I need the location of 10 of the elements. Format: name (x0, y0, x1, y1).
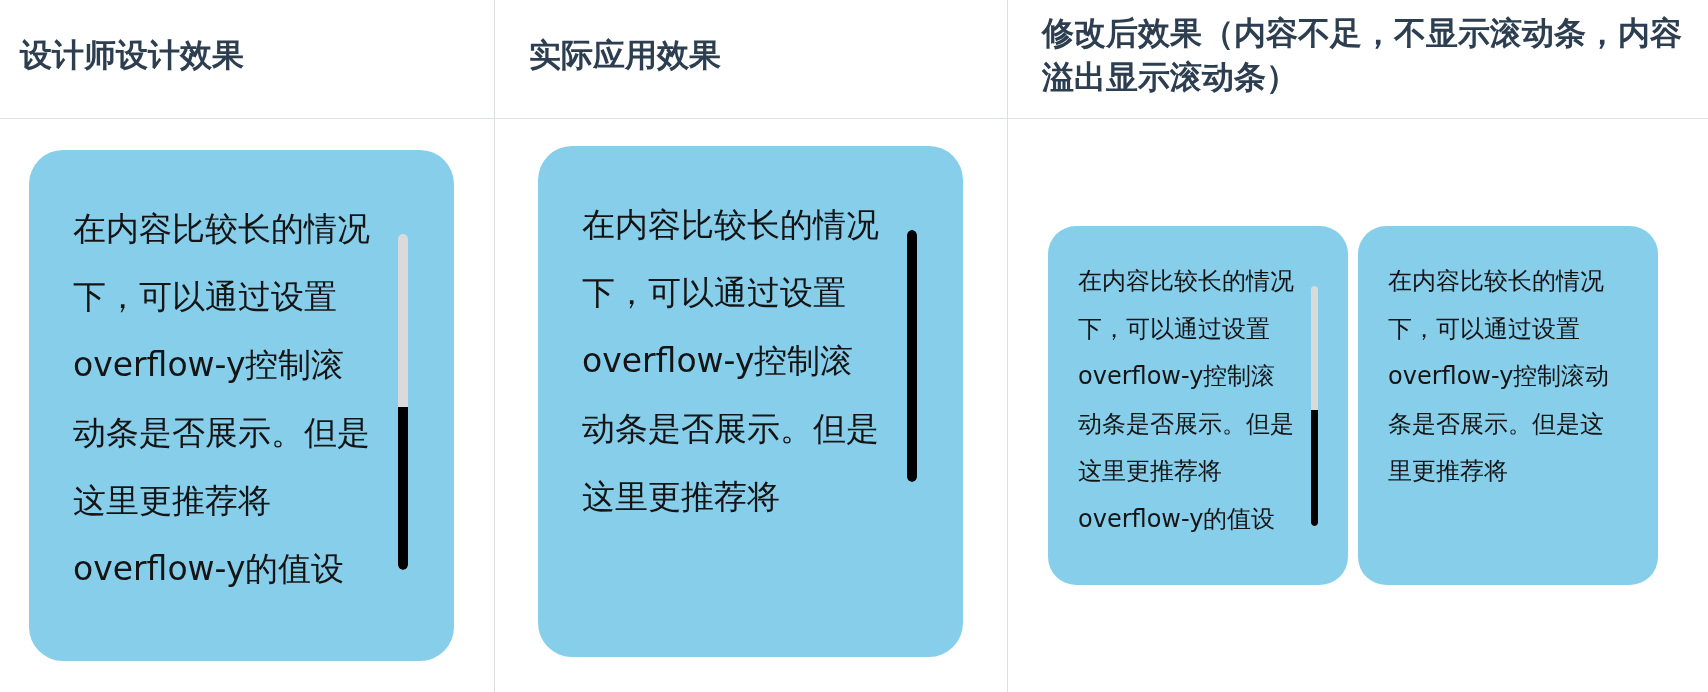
scrollbar-thumb[interactable] (1311, 410, 1318, 526)
scrollbar-thumb[interactable] (398, 407, 408, 570)
card-text: 在内容比较长的情况下，可以通过设置overflow-y控制滚动条是否展示。但是这里更推荐将overflow-y的值设 (1078, 266, 1295, 535)
card-text: 在内容比较长的情况下，可以通过设置overflow-y控制滚动条是否展示。但是这里更推荐将overflow-y的值设 (73, 208, 371, 590)
scrollbar-thumb[interactable] (907, 229, 917, 482)
card-text: 在内容比较长的情况下，可以通过设置overflow-y控制滚动条是否展示。但是这里更推荐将 (582, 203, 880, 518)
column-header: 设计师设计效果 (0, 0, 495, 119)
column-header: 实际应用效果 (495, 0, 1008, 119)
card-text: 在内容比较长的情况下，可以通过设置overflow-y控制滚动条是否展示。但是这里更推荐将 (1388, 266, 1611, 487)
column-header: 修改后效果（内容不足，不显示滚动条，内容溢出显示滚动条） (1008, 0, 1708, 119)
